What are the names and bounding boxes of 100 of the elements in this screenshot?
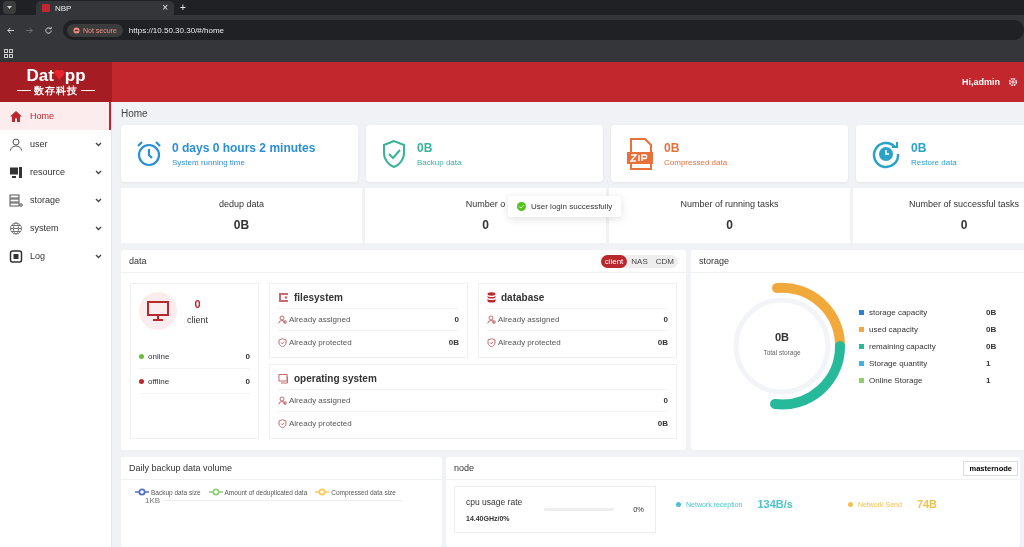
counter-label: Number of running tasks <box>680 199 779 209</box>
sidebar-item[interactable]: resource <box>0 158 111 186</box>
panel-title: storage <box>699 256 730 266</box>
panel-title: Daily backup data volume <box>129 463 233 473</box>
shield-icon <box>487 337 496 347</box>
user-icon <box>278 315 287 324</box>
counter-label: dedup data <box>218 199 264 209</box>
shield-check-icon <box>381 138 407 169</box>
database-icon <box>487 292 496 304</box>
globe-icon <box>9 221 23 235</box>
url-text: https://10.50.30.30/#/home <box>128 25 225 35</box>
category-title: operating system <box>294 373 377 385</box>
logo-subtitle: 数存科技 <box>34 84 78 98</box>
status-label: offline <box>148 376 170 386</box>
breadcrumb[interactable]: Home <box>121 108 148 119</box>
network-value: 134B/s <box>757 498 793 510</box>
metric-value: 0B <box>448 337 459 347</box>
browser-tab[interactable]: NBP × <box>36 1 174 15</box>
counter-value: 0 <box>726 218 733 232</box>
success-icon <box>517 202 526 211</box>
metric-value: 0 <box>663 396 668 405</box>
status-value: 0 <box>245 351 250 361</box>
summary-value: 0B <box>911 140 928 155</box>
status-label: online <box>148 351 170 361</box>
summary-value: 0 days 0 hours 2 minutes <box>172 140 316 155</box>
counter-value: 0 <box>960 218 968 232</box>
network-value: 74B <box>916 498 938 510</box>
warning-icon <box>73 26 80 34</box>
counter-value: 0 <box>482 218 489 232</box>
user-icon <box>278 396 287 405</box>
metric-label: Already assigned <box>289 396 351 405</box>
total-storage-value: 0B <box>774 331 790 343</box>
axis-label: 1KB <box>145 496 161 505</box>
category-title: database <box>501 292 545 304</box>
favicon-icon <box>42 4 50 12</box>
toast-text: User login successfully <box>531 202 613 211</box>
legend-value: 1 <box>986 358 991 368</box>
heart-icon <box>53 69 65 81</box>
legend-label: Storage quantity <box>869 358 929 368</box>
legend-value: 1 <box>986 375 991 385</box>
forward-icon[interactable] <box>25 25 34 35</box>
counter-label: Number o <box>465 199 506 209</box>
dropdown-icon[interactable] <box>3 1 16 14</box>
metric-label: Already protected <box>498 337 561 347</box>
tab-title: NBP <box>55 3 73 13</box>
logo-text: pp <box>64 66 86 84</box>
user-icon <box>487 315 496 324</box>
client-label: client <box>187 314 208 325</box>
legend-label: used capacity <box>869 324 919 334</box>
counter-value: 0B <box>233 218 250 232</box>
tab[interactable]: NAS <box>627 254 652 268</box>
sidebar-item[interactable]: user <box>0 130 111 158</box>
panel-title: data <box>129 256 147 266</box>
users-icon <box>9 137 23 151</box>
legend-label: Online Storage <box>869 375 924 385</box>
tab[interactable]: CDM <box>651 254 678 268</box>
summary-value: 0B <box>417 140 434 155</box>
user-greeting[interactable]: Hi,admin <box>962 77 1000 87</box>
sidebar-item[interactable]: system <box>0 214 111 242</box>
summary-value: 0B <box>664 140 681 155</box>
cpu-title: cpu usage rate <box>466 496 524 507</box>
legend-label: remaining capacity <box>869 341 937 351</box>
panel-title: node <box>454 463 475 473</box>
shield-icon <box>278 337 287 347</box>
metric-value: 0B <box>657 337 668 347</box>
apps-icon[interactable] <box>4 49 13 58</box>
log-icon <box>9 249 23 263</box>
sidebar-item[interactable]: Log <box>0 242 111 270</box>
window-icon <box>278 373 289 385</box>
legend-value: 0B <box>986 324 997 334</box>
summary-label: System running time <box>172 157 246 167</box>
legend-label: storage capacity <box>869 307 929 317</box>
server-icon <box>9 193 23 207</box>
summary-label: Compressed data <box>664 157 728 167</box>
new-tab-button[interactable]: + <box>180 2 186 13</box>
legend-value: 0B <box>986 307 997 317</box>
shield-icon <box>278 418 287 428</box>
tab[interactable]: client <box>600 254 628 268</box>
back-icon[interactable] <box>6 25 15 35</box>
home-icon <box>9 109 23 123</box>
monitor-icon <box>9 165 23 179</box>
zip-file-icon <box>626 137 654 170</box>
metric-value: 0B <box>657 418 668 428</box>
metric-label: Already assigned <box>498 315 560 324</box>
client-count: 0 <box>194 297 201 310</box>
sidebar-item[interactable]: storage <box>0 186 111 214</box>
settings-icon[interactable] <box>1008 77 1018 87</box>
sidebar-item[interactable]: Home <box>0 102 111 130</box>
summary-label: Restore data <box>911 157 957 167</box>
alarm-clock-icon <box>136 139 162 168</box>
summary-label: Backup data <box>417 157 462 167</box>
close-tab-button[interactable]: × <box>162 3 168 13</box>
metric-label: Already assigned <box>289 315 351 324</box>
legend-value: 0B <box>986 341 997 351</box>
reload-icon[interactable] <box>44 25 53 35</box>
metric-label: Already protected <box>289 418 352 428</box>
logo-text: Dat <box>26 66 54 84</box>
counter-label: Number of successful tasks <box>908 199 1019 209</box>
category-title: filesystem <box>294 292 343 304</box>
metric-value: 0 <box>663 315 668 324</box>
